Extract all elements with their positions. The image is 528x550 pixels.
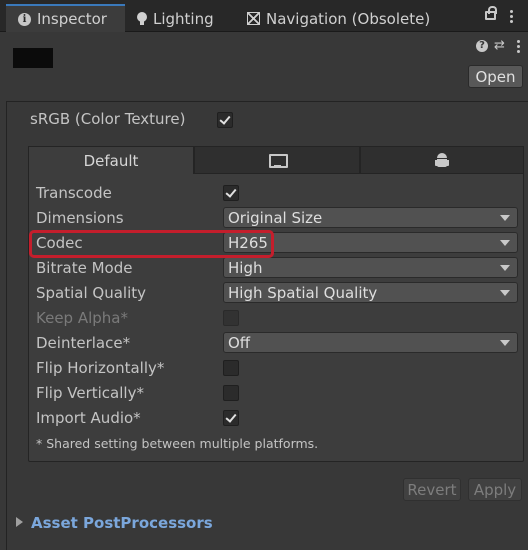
shared-setting-note: * Shared setting between multiple platfo… [36,436,319,451]
open-button[interactable]: Open [468,65,523,88]
dimensions-dropdown[interactable]: Original Size [223,207,518,228]
import-audio-checkbox[interactable] [223,410,239,426]
keep-alpha-checkbox [223,310,239,326]
tab-navigation-label: Navigation (Obsolete) [266,9,431,28]
spatial-quality-value: High Spatial Quality [228,283,378,302]
platform-tab-default[interactable]: Default [28,146,194,174]
spatial-quality-dropdown[interactable]: High Spatial Quality [223,282,518,303]
presets-icon[interactable]: ⇄ [494,38,505,53]
spatial-quality-label: Spatial Quality [36,284,147,302]
bitrate-mode-value: High [228,258,263,277]
srgb-checkbox[interactable] [217,112,233,128]
header-divider [6,101,528,102]
left-border [6,101,7,550]
component-menu-icon[interactable] [517,40,520,53]
srgb-label: sRGB (Color Texture) [30,110,186,128]
lock-icon[interactable] [485,6,497,20]
dropdown-arrow-icon [500,240,510,246]
bitrate-mode-label: Bitrate Mode [36,259,133,277]
deinterlace-value: Off [228,333,251,352]
tab-inspector-label: Inspector [37,10,107,28]
window-menu-icon[interactable] [510,10,513,23]
dropdown-arrow-icon [500,290,510,296]
dropdown-arrow-icon [500,340,510,346]
tab-lighting[interactable]: Lighting [137,5,237,32]
dropdown-arrow-icon [500,265,510,271]
tab-navigation[interactable]: Navigation (Obsolete) [247,5,457,32]
android-icon [435,152,449,168]
platform-tab-standalone[interactable] [194,146,360,174]
flip-horizontally-checkbox[interactable] [223,360,239,376]
codec-highlight-annotation [29,230,274,258]
keep-alpha-label: Keep Alpha* [36,309,128,327]
checkmark-icon [219,113,231,125]
apply-button[interactable]: Apply [468,478,522,501]
deinterlace-label: Deinterlace* [36,334,131,352]
dropdown-arrow-icon [500,215,510,221]
tab-lighting-label: Lighting [153,9,214,28]
video-thumbnail [13,48,53,68]
platform-tabs: Default [28,146,524,174]
checkmark-icon [225,186,237,198]
flip-vertically-label: Flip Vertically* [36,384,144,402]
checkmark-icon [225,411,237,423]
dimensions-value: Original Size [228,208,323,227]
help-icon[interactable]: ? [476,40,488,52]
flip-horizontally-label: Flip Horizontally* [36,359,165,377]
import-audio-label: Import Audio* [36,409,141,427]
monitor-icon [268,153,288,168]
info-icon: i [18,12,31,26]
deinterlace-dropdown[interactable]: Off [223,332,518,353]
flip-vertically-checkbox[interactable] [223,385,239,401]
transcode-checkbox[interactable] [223,185,239,201]
bitrate-mode-dropdown[interactable]: High [223,257,518,278]
bulb-icon [137,12,147,25]
revert-button[interactable]: Revert [403,478,461,501]
asset-postprocessors-foldout[interactable]: Asset PostProcessors [31,514,213,532]
tab-inspector[interactable]: i Inspector [6,4,125,32]
dimensions-label: Dimensions [36,209,124,227]
navigation-icon [247,12,260,25]
platform-tab-default-label: Default [83,151,139,170]
transcode-label: Transcode [36,184,112,202]
foldout-arrow-icon[interactable] [16,517,23,527]
platform-tab-android[interactable] [360,146,524,174]
window-tab-bar: i Inspector Lighting Navigation (Obsolet… [0,0,528,32]
